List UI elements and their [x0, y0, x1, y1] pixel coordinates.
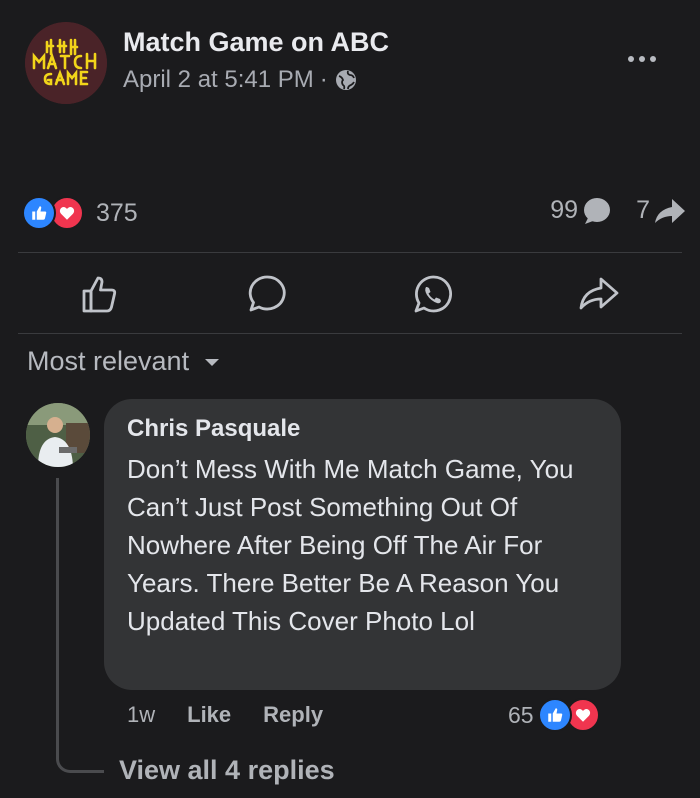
globe-icon [335, 70, 356, 90]
share-count-icon [655, 198, 685, 223]
comment-author[interactable]: Chris Pasquale [127, 415, 599, 443]
reactions-summary[interactable]: 375 [22, 196, 138, 230]
shares-count[interactable]: 7 [636, 196, 650, 225]
post-stats: 99 7 [550, 196, 686, 225]
caret-down-icon [205, 358, 220, 366]
match-game-logo: M [25, 22, 107, 104]
comment-text: Don’t Mess With Me Match Game, You Can’t… [127, 454, 574, 636]
post-timestamp[interactable]: April 2 at 5:41 PM [123, 66, 314, 94]
view-replies-link[interactable]: View all 4 replies [119, 755, 335, 786]
reply-thread-line [56, 478, 104, 773]
divider [18, 252, 682, 253]
commenter-avatar[interactable] [26, 403, 90, 467]
divider [18, 333, 682, 334]
reactions-count: 375 [96, 198, 138, 227]
like-reaction-icon [22, 196, 56, 230]
meta-separator: · [319, 66, 328, 93]
post-action-bar [18, 257, 682, 331]
comment-actions: 1w Like Reply [127, 702, 323, 728]
share-button[interactable] [564, 259, 634, 329]
sort-label: Most relevant [27, 346, 190, 376]
page-name[interactable]: Match Game on ABC [123, 27, 389, 58]
dot-icon [628, 56, 634, 62]
like-button[interactable] [66, 259, 136, 329]
avatar-photo [26, 403, 90, 467]
page-avatar[interactable]: M [25, 22, 107, 104]
share-arrow-icon [579, 277, 619, 310]
comment-bubble-icon [248, 275, 286, 312]
thumbs-up-icon [82, 276, 117, 313]
comment-reply-button[interactable]: Reply [263, 702, 323, 728]
dot-icon [650, 56, 656, 62]
comments-count[interactable]: 99 [550, 196, 578, 225]
comment-like-button[interactable]: Like [187, 702, 231, 728]
comment-bubble[interactable]: Chris Pasquale Don’t Mess With Me Match … [104, 399, 621, 690]
whatsapp-button[interactable] [398, 259, 468, 329]
comment-reactions[interactable]: 65 [508, 698, 600, 732]
comment-count-icon [584, 197, 611, 224]
more-options-button[interactable] [628, 56, 656, 62]
post-meta: April 2 at 5:41 PM · [123, 66, 358, 94]
comment-time[interactable]: 1w [127, 702, 155, 728]
whatsapp-icon [414, 275, 453, 313]
comment-reactions-count: 65 [508, 701, 534, 728]
like-reaction-icon [537, 698, 572, 732]
dot-icon [639, 56, 645, 62]
comment-button[interactable] [232, 259, 302, 329]
comment-sort-dropdown[interactable]: Most relevant [27, 346, 221, 377]
